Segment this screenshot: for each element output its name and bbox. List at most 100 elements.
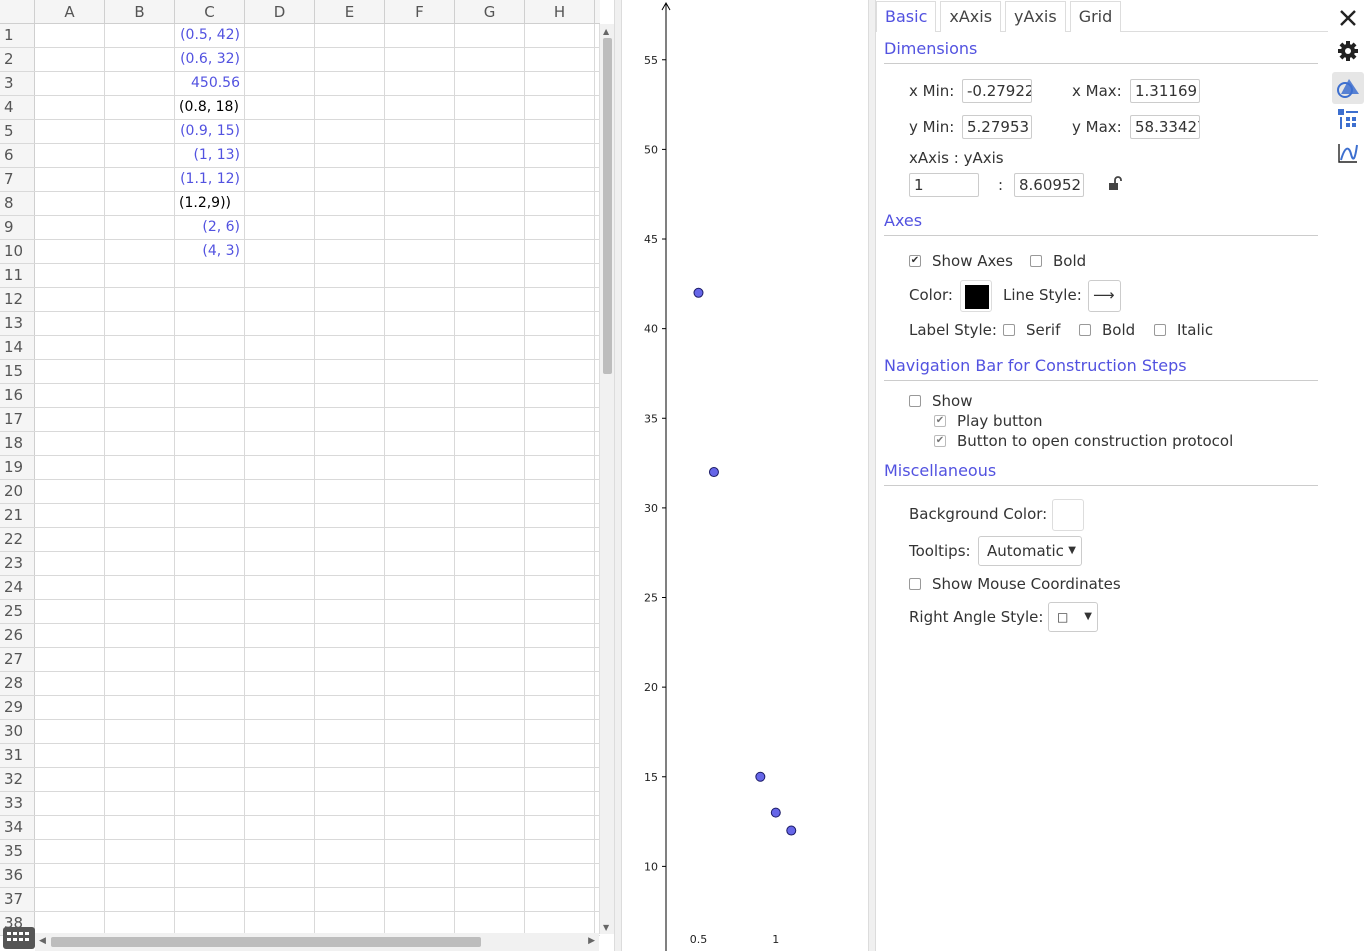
cell-b38[interactable] — [105, 912, 175, 935]
cell-d21[interactable] — [245, 504, 315, 527]
row-header[interactable]: 18 — [0, 432, 35, 455]
cell-a5[interactable] — [35, 120, 105, 143]
column-header-b[interactable]: B — [105, 0, 175, 23]
cell-d9[interactable] — [245, 216, 315, 239]
cell-b27[interactable] — [105, 648, 175, 671]
cell-e18[interactable] — [315, 432, 385, 455]
cell-e16[interactable] — [315, 384, 385, 407]
cell-b28[interactable] — [105, 672, 175, 695]
cell-f38[interactable] — [385, 912, 455, 935]
cell-e20[interactable] — [315, 480, 385, 503]
graphics-canvas[interactable]: 10 15 20 25 30 35 40 45 50 55 0.5 1 — [622, 0, 868, 951]
horizontal-scrollbar[interactable]: ◀ ▶ — [35, 933, 599, 951]
cell-h25[interactable] — [525, 600, 595, 623]
cell-a25[interactable] — [35, 600, 105, 623]
cell-b24[interactable] — [105, 576, 175, 599]
cell-a2[interactable] — [35, 48, 105, 71]
cell-g12[interactable] — [455, 288, 525, 311]
cell-a12[interactable] — [35, 288, 105, 311]
cell-h16[interactable] — [525, 384, 595, 407]
cell-b36[interactable] — [105, 864, 175, 887]
cell-h33[interactable] — [525, 792, 595, 815]
cell-a14[interactable] — [35, 336, 105, 359]
cell-g32[interactable] — [455, 768, 525, 791]
cell-b34[interactable] — [105, 816, 175, 839]
cell-d13[interactable] — [245, 312, 315, 335]
cell-a32[interactable] — [35, 768, 105, 791]
cell-b8[interactable] — [105, 192, 175, 215]
data-point[interactable] — [755, 771, 766, 782]
horizontal-scroll-thumb[interactable] — [51, 937, 481, 947]
cell-h12[interactable] — [525, 288, 595, 311]
row-header[interactable]: 9 — [0, 216, 35, 239]
cell-e21[interactable] — [315, 504, 385, 527]
cell-d4[interactable] — [245, 96, 315, 119]
cell-c34[interactable] — [175, 816, 245, 839]
cell-g16[interactable] — [455, 384, 525, 407]
cell-d10[interactable] — [245, 240, 315, 263]
tab-yaxis[interactable]: yAxis — [1005, 1, 1066, 32]
cell-d32[interactable] — [245, 768, 315, 791]
cell-b23[interactable] — [105, 552, 175, 575]
show-navigation-checkbox[interactable] — [909, 395, 921, 407]
cell-c37[interactable] — [175, 888, 245, 911]
view-divider[interactable] — [614, 0, 622, 951]
cell-e38[interactable] — [315, 912, 385, 935]
cell-h17[interactable] — [525, 408, 595, 431]
corner-cell[interactable] — [0, 0, 35, 23]
cell-f15[interactable] — [385, 360, 455, 383]
cell-h6[interactable] — [525, 144, 595, 167]
cell-c27[interactable] — [175, 648, 245, 671]
cell-a11[interactable] — [35, 264, 105, 287]
row-header[interactable]: 8 — [0, 192, 35, 215]
cell-a37[interactable] — [35, 888, 105, 911]
cell-d7[interactable] — [245, 168, 315, 191]
cell-g17[interactable] — [455, 408, 525, 431]
cell-f19[interactable] — [385, 456, 455, 479]
cell-e5[interactable] — [315, 120, 385, 143]
cell-c30[interactable] — [175, 720, 245, 743]
cell-c25[interactable] — [175, 600, 245, 623]
cell-a3[interactable] — [35, 72, 105, 95]
row-header[interactable]: 23 — [0, 552, 35, 575]
cell-e1[interactable] — [315, 24, 385, 47]
cell-f24[interactable] — [385, 576, 455, 599]
tooltips-select[interactable]: Automatic ▼ — [978, 536, 1082, 566]
cell-h22[interactable] — [525, 528, 595, 551]
column-header-a[interactable]: A — [35, 0, 105, 23]
vertical-scrollbar[interactable]: ▲ ▼ — [599, 24, 614, 934]
cell-e2[interactable] — [315, 48, 385, 71]
algebra-curve-icon[interactable] — [1337, 142, 1359, 164]
bold-axes-checkbox[interactable] — [1030, 255, 1042, 267]
cell-g19[interactable] — [455, 456, 525, 479]
cell-g4[interactable] — [455, 96, 525, 119]
cell-d14[interactable] — [245, 336, 315, 359]
cell-b35[interactable] — [105, 840, 175, 863]
cell-g38[interactable] — [455, 912, 525, 935]
cell-g27[interactable] — [455, 648, 525, 671]
cell-c26[interactable] — [175, 624, 245, 647]
cell-c5[interactable]: (0.9, 15) — [175, 120, 245, 143]
row-header[interactable]: 17 — [0, 408, 35, 431]
cell-g8[interactable] — [455, 192, 525, 215]
cell-c4[interactable]: (0.8, 18) — [175, 96, 245, 119]
line-style-button[interactable]: ⟶ — [1088, 280, 1121, 312]
cell-h24[interactable] — [525, 576, 595, 599]
cell-f13[interactable] — [385, 312, 455, 335]
cell-g13[interactable] — [455, 312, 525, 335]
cell-c36[interactable] — [175, 864, 245, 887]
cell-a10[interactable] — [35, 240, 105, 263]
cell-g6[interactable] — [455, 144, 525, 167]
cell-f3[interactable] — [385, 72, 455, 95]
cell-h15[interactable] — [525, 360, 595, 383]
cell-a8[interactable] — [35, 192, 105, 215]
cell-e30[interactable] — [315, 720, 385, 743]
cell-c28[interactable] — [175, 672, 245, 695]
cell-h35[interactable] — [525, 840, 595, 863]
cell-e17[interactable] — [315, 408, 385, 431]
cell-a7[interactable] — [35, 168, 105, 191]
cell-e3[interactable] — [315, 72, 385, 95]
cell-b21[interactable] — [105, 504, 175, 527]
cell-a31[interactable] — [35, 744, 105, 767]
cell-d35[interactable] — [245, 840, 315, 863]
